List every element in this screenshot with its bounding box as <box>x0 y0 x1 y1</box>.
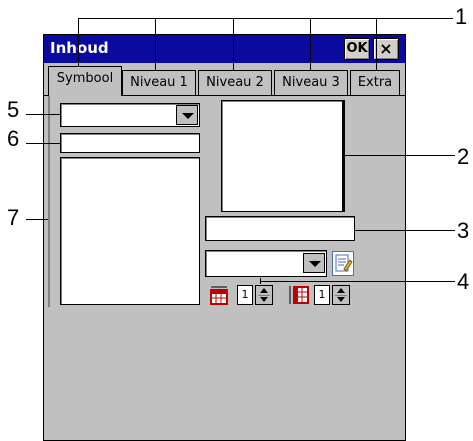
callout-number-5: 5 <box>7 97 20 122</box>
callout-number-3: 3 <box>457 218 470 243</box>
columns-spinner-buttons[interactable] <box>255 285 273 305</box>
callout-line-7 <box>26 219 48 220</box>
callout-number-2: 2 <box>457 144 470 169</box>
window-title: Inhoud <box>50 39 109 57</box>
callout-bracket-2 <box>343 100 345 212</box>
callout-number-7: 7 <box>7 205 20 230</box>
callout-tick-1a <box>78 18 79 70</box>
edit-icon <box>335 254 353 272</box>
tab-symbool[interactable]: Symbool <box>48 66 122 96</box>
table-rows-icon <box>288 285 310 305</box>
columns-spinner-value[interactable]: 1 <box>237 285 253 305</box>
callout-tick-1e <box>376 18 377 70</box>
callout-tick-1b <box>155 18 156 70</box>
tab-niveau-1[interactable]: Niveau 1 <box>122 70 196 95</box>
rows-spinner-value[interactable]: 1 <box>314 285 330 305</box>
tab-niveau-3[interactable]: Niveau 3 <box>274 70 348 95</box>
callout-line-3 <box>355 230 455 231</box>
callout-number-6: 6 <box>7 126 20 151</box>
callout-number-1: 1 <box>455 4 468 29</box>
callout-line-1 <box>78 18 453 19</box>
chevron-down-icon[interactable] <box>176 105 198 125</box>
tab-extra[interactable]: Extra <box>350 70 400 95</box>
tab-niveau-2[interactable]: Niveau 2 <box>198 70 272 95</box>
callout-tick-1d <box>310 18 311 70</box>
symbol-preview <box>221 100 343 212</box>
chevron-down-icon[interactable] <box>303 253 325 273</box>
callout-number-4: 4 <box>457 269 470 294</box>
callout-line-2 <box>345 155 455 156</box>
edit-button[interactable] <box>332 251 354 276</box>
symbol-list-box[interactable] <box>60 157 200 305</box>
callout-line-4 <box>260 281 455 282</box>
ok-button[interactable]: OK <box>344 38 370 60</box>
table-columns-icon <box>210 285 228 305</box>
symbol-text-field[interactable] <box>60 133 200 153</box>
callout-tick-1c <box>233 18 234 70</box>
callout-line-6 <box>26 143 60 144</box>
callout-line-5 <box>26 114 60 115</box>
left-column-divider <box>48 95 50 307</box>
label-text-field[interactable] <box>205 216 355 241</box>
rows-spinner-buttons[interactable] <box>332 285 350 305</box>
